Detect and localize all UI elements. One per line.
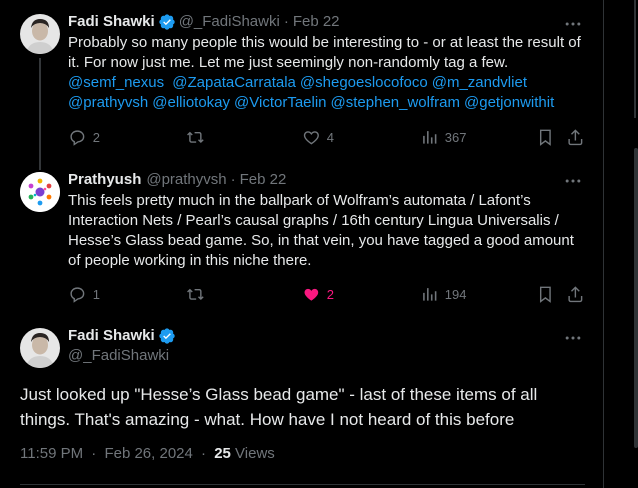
share-button[interactable]	[566, 285, 591, 304]
verified-icon	[158, 13, 176, 31]
tweet-text: Just looked up "Hesse’s Glass bead game"…	[20, 385, 538, 429]
avatar[interactable]	[20, 172, 60, 212]
more-icon[interactable]	[563, 171, 583, 191]
mention-link[interactable]: @stephen_wolfram	[331, 94, 460, 111]
share-icon	[568, 286, 583, 303]
thread-line	[39, 58, 41, 162]
views-count: 367	[444, 129, 467, 145]
reply-count: 1	[92, 286, 100, 302]
tweet-full-date[interactable]: Feb 26, 2024	[104, 445, 192, 462]
sidebar-gutter	[604, 0, 638, 488]
tweet-text: Probably so many people this would be in…	[68, 33, 585, 113]
share-icon	[568, 129, 583, 146]
mention-link[interactable]: @shegoeslocofoco	[300, 74, 428, 91]
tweet-fadi-1[interactable]: Fadi Shawki @_FadiShawki · Feb 22 Probab…	[0, 0, 603, 162]
author-name[interactable]: Prathyush	[68, 170, 141, 190]
tweet-actions: 1 2 194	[68, 285, 588, 305]
author-handle[interactable]: @prathyvsh	[146, 170, 226, 190]
separator-dot: ·	[230, 171, 236, 188]
bookmark-icon	[539, 129, 551, 146]
conversation-thread: Fadi Shawki @_FadiShawki · Feb 22 Probab…	[0, 0, 604, 488]
scrollbar-thumb[interactable]	[634, 148, 638, 448]
views-count: 25	[214, 445, 231, 462]
like-icon	[304, 288, 319, 301]
author-name[interactable]: Fadi Shawki	[68, 12, 155, 32]
retweet-icon	[187, 131, 204, 144]
tweet-header: Fadi Shawki @_FadiShawki · Feb 22	[68, 12, 585, 32]
mention-link[interactable]: @semf_nexus	[68, 74, 164, 91]
verified-icon	[158, 327, 176, 345]
views-label: Views	[235, 445, 275, 462]
mention-link[interactable]: @m_zandvliet	[432, 74, 527, 91]
author-block: Fadi Shawki @_FadiShawki	[68, 326, 179, 366]
like-count: 4	[326, 129, 334, 145]
tweet-date[interactable]: Feb 22	[293, 12, 340, 32]
reply-icon	[70, 130, 85, 146]
views-count: 194	[444, 286, 467, 302]
views-button[interactable]: 367	[420, 128, 466, 147]
reply-button[interactable]: 1	[68, 285, 100, 304]
reply-icon	[70, 287, 85, 303]
views-icon	[423, 288, 437, 301]
tweet-text: This feels pretty much in the ballpark o…	[68, 192, 574, 269]
separator-dot: ·	[201, 445, 207, 462]
tweet-prathyush[interactable]: Prathyush @prathyvsh · Feb 22 This feels…	[0, 162, 603, 318]
reply-button[interactable]: 2	[68, 128, 100, 147]
mention-link[interactable]: @getjonwithit	[464, 94, 554, 111]
tweet-actions: 2 4 367	[68, 128, 588, 148]
retweet-icon	[187, 288, 204, 301]
retweet-button[interactable]	[186, 285, 211, 304]
like-button[interactable]: 2	[302, 285, 334, 304]
tweet-time[interactable]: 11:59 PM	[20, 445, 83, 462]
mention-link[interactable]: @ZapataCarratala	[172, 74, 296, 91]
divider	[20, 484, 585, 485]
separator-dot: ·	[91, 445, 97, 462]
tweet-date[interactable]: Feb 22	[240, 170, 287, 190]
author-name[interactable]: Fadi Shawki	[68, 326, 155, 346]
author-handle[interactable]: @_FadiShawki	[68, 346, 179, 366]
more-icon[interactable]	[563, 14, 583, 34]
mention-link[interactable]: @VictorTaelin	[234, 94, 327, 111]
like-count: 2	[326, 286, 334, 302]
tweet-meta: 11:59 PM · Feb 26, 2024 · 25 Views	[20, 445, 275, 462]
views-button[interactable]: 194	[420, 285, 466, 304]
thread-line	[39, 162, 41, 170]
divider	[634, 0, 636, 118]
bookmark-button[interactable]	[536, 128, 561, 147]
like-button[interactable]: 4	[302, 128, 334, 147]
share-button[interactable]	[566, 128, 591, 147]
like-icon	[303, 131, 319, 145]
more-icon[interactable]	[563, 328, 583, 348]
bookmark-icon	[539, 286, 551, 303]
mention-link[interactable]: @prathyvsh	[68, 94, 148, 111]
tweet-header: Prathyush @prathyvsh · Feb 22	[68, 170, 585, 190]
reply-count: 2	[92, 129, 100, 145]
retweet-button[interactable]	[186, 128, 211, 147]
tweet-body: Probably so many people this would be in…	[68, 34, 581, 71]
separator-dot: ·	[283, 13, 289, 30]
views-icon	[423, 131, 437, 144]
avatar[interactable]	[20, 14, 60, 54]
avatar[interactable]	[20, 328, 60, 368]
author-handle[interactable]: @_FadiShawki	[179, 12, 280, 32]
bookmark-button[interactable]	[536, 285, 561, 304]
mention-link[interactable]: @elliotokay	[152, 94, 230, 111]
